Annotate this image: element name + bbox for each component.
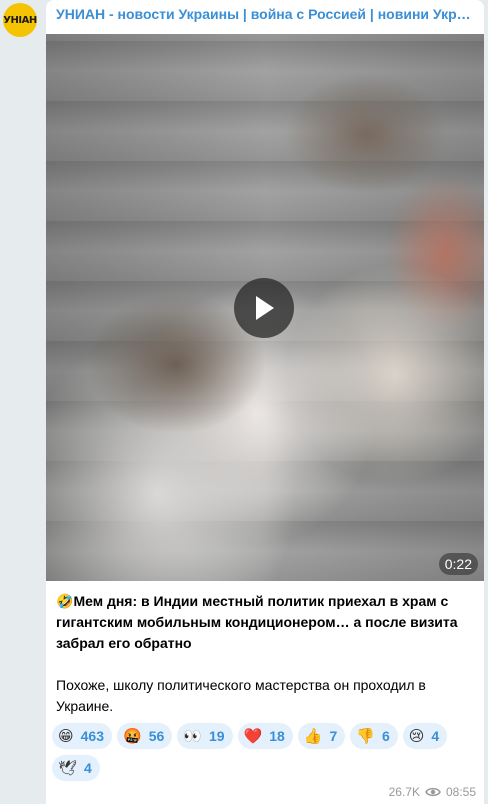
reaction-count: 7 (329, 728, 338, 744)
eye-icon (425, 787, 441, 797)
laughing-emoji-icon: 🤣 (56, 593, 74, 609)
channel-title[interactable]: УНИАН - новости Украины | война с Россие… (56, 6, 476, 22)
reaction-chip[interactable]: 👀 19 (177, 723, 233, 749)
reaction-emoji-icon: 👀 (183, 727, 202, 745)
reaction-emoji-icon: ❤️ (243, 727, 263, 745)
reaction-count: 19 (208, 728, 225, 744)
post-body: Похоже, школу политического мастерства о… (56, 677, 426, 714)
reaction-chip[interactable]: 👎 6 (350, 723, 398, 749)
reaction-emoji-icon: 👎 (356, 727, 375, 745)
reaction-chip[interactable]: 👍 7 (297, 723, 346, 749)
reaction-emoji-icon: 🤬 (123, 727, 142, 745)
reaction-chip[interactable]: 😁 463 (52, 723, 112, 749)
reaction-emoji-icon: 😁 (58, 727, 74, 745)
reaction-chip[interactable]: ❤️ 18 (237, 723, 293, 749)
message-time: 08:55 (445, 785, 476, 799)
reaction-count: 4 (431, 728, 440, 744)
reaction-count: 18 (269, 728, 285, 744)
post-headline-text: Мем дня: в Индии местный политик приехал… (56, 593, 458, 651)
reaction-emoji-icon: 👍 (303, 727, 323, 745)
play-icon (256, 296, 274, 320)
reaction-count: 463 (80, 728, 104, 744)
reactions-bar: 😁 463 🤬 56 👀 19 ❤️ 18 👍 7 👎 6 😢 4 🕊 4 (52, 723, 478, 781)
post-headline: 🤣Мем дня: в Индии местный политик приеха… (56, 591, 476, 654)
video-thumbnail[interactable]: 0:22 (46, 34, 484, 581)
play-button[interactable] (234, 278, 294, 338)
reaction-count: 56 (148, 728, 165, 744)
message-bubble: УНИАН - новости Украины | война с Россие… (46, 0, 484, 804)
reaction-chip[interactable]: 🕊 4 (52, 755, 100, 781)
message-meta: 26.7K 08:55 (389, 785, 476, 799)
channel-avatar[interactable]: УНІАН (3, 3, 37, 37)
view-count: 26.7K (388, 785, 420, 799)
reaction-emoji-icon: 🕊 (58, 759, 78, 777)
reaction-count: 4 (84, 760, 92, 776)
avatar-logo-text: УНІАН (3, 14, 37, 26)
reaction-emoji-icon: 😢 (408, 727, 425, 745)
video-duration: 0:22 (438, 553, 478, 575)
reaction-chip[interactable]: 😢 4 (402, 723, 448, 749)
reaction-chip[interactable]: 🤬 56 (117, 723, 173, 749)
reaction-count: 6 (381, 728, 390, 744)
message-caption: 🤣Мем дня: в Индии местный политик приеха… (56, 591, 476, 717)
